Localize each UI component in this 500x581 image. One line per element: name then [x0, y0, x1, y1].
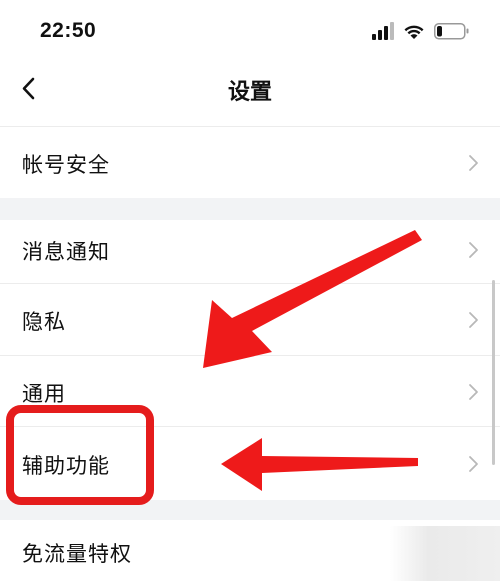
settings-item-label: 辅助功能 [22, 454, 110, 478]
battery-icon [434, 23, 469, 40]
status-time: 22:50 [40, 19, 97, 42]
status-bar: 22:50 [0, 0, 500, 66]
settings-item-label: 通用 [22, 382, 66, 406]
nav-bar: 设置 [0, 66, 500, 114]
settings-item-label: 免流量特权 [22, 542, 132, 566]
watermark-blur [390, 526, 500, 581]
chevron-right-icon [469, 312, 478, 328]
chevron-right-icon [469, 242, 478, 258]
scrollbar[interactable] [492, 280, 495, 465]
section-gap [0, 500, 500, 520]
settings-item-account-security[interactable]: 帐号安全 [0, 127, 500, 198]
settings-item-notifications[interactable]: 消息通知 [0, 220, 500, 283]
list-top-edge [0, 114, 500, 127]
settings-item-label: 帐号安全 [22, 153, 110, 177]
chevron-right-icon [469, 384, 478, 400]
settings-item-general[interactable]: 通用 [0, 356, 500, 426]
settings-item-label: 隐私 [22, 310, 66, 334]
chevron-right-icon [469, 456, 478, 472]
settings-item-accessibility[interactable]: 辅助功能 [0, 427, 500, 500]
page-title: 设置 [227, 80, 272, 105]
chevron-right-icon [469, 155, 478, 171]
signal-icon [372, 22, 394, 40]
settings-item-privacy[interactable]: 隐私 [0, 284, 500, 355]
wifi-icon [404, 25, 424, 39]
status-icons [372, 20, 482, 42]
section-gap [0, 198, 500, 220]
settings-item-label: 消息通知 [22, 240, 110, 264]
